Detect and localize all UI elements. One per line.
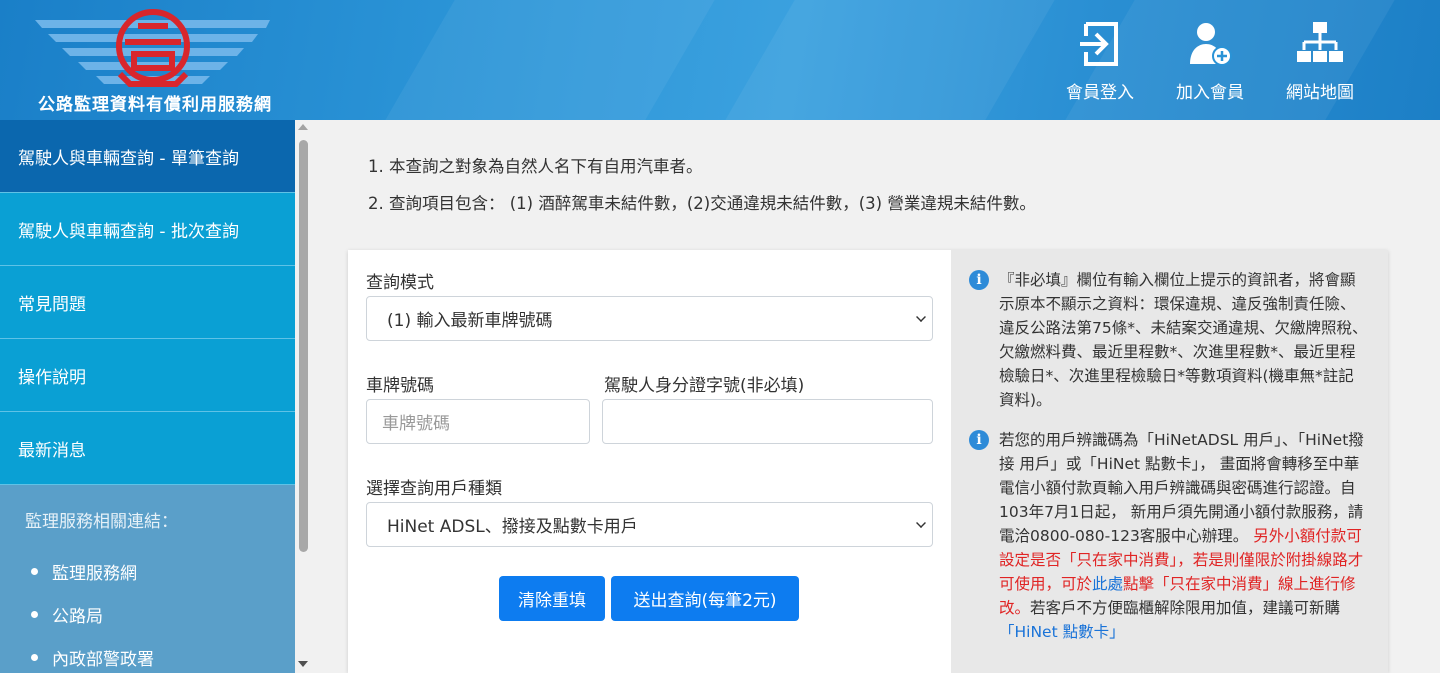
join-member-label: 加入會員 (1176, 83, 1244, 103)
user-type-label: 選擇查詢用戶種類 (366, 479, 502, 499)
header-nav: 會員登入 加入會員 網站地圖 (1062, 20, 1358, 103)
sidebar-item-single-query[interactable]: 駕駛人與車輛查詢 - 單筆查詢 (0, 120, 295, 193)
mode-select-value: (1) 輸入最新車牌號碼 (387, 311, 553, 331)
user-type-select-value: HiNet ADSL、撥接及點數卡用戶 (387, 517, 638, 537)
clear-button[interactable]: 清除重填 (499, 576, 605, 621)
scroll-thumb[interactable] (299, 140, 308, 552)
sidebar-item-label: 操作說明 (18, 367, 86, 388)
info-icon: i (969, 270, 989, 290)
note-line: 1. 本查詢之對象為自然人名下有自用汽車者。 (368, 157, 703, 176)
join-member-button[interactable]: 加入會員 (1172, 20, 1248, 103)
link-highway-bureau[interactable]: 公路局 (25, 593, 295, 636)
plate-placeholder: 車牌號碼 (382, 414, 450, 434)
user-type-select[interactable]: HiNet ADSL、撥接及點數卡用戶 (366, 502, 933, 547)
chevron-down-icon (916, 518, 926, 528)
query-panel: 查詢模式 (1) 輸入最新車牌號碼 車牌號碼 駕駛人身分證字號(非必填) 車牌號… (348, 250, 1388, 673)
sidebar-item-batch-query[interactable]: 駕駛人與車輛查詢 - 批次查詢 (0, 193, 295, 266)
note-line: 2. 查詢項目包含： (1) 酒醉駕車未結件數，(2)交通違規未結件數，(3) … (368, 194, 1036, 213)
sidebar-item-label: 常見問題 (18, 294, 86, 315)
site-header: 公路監理資料有償利用服務網 會員登入 加入會員 網站地圖 (0, 0, 1440, 120)
related-links-title: 監理服務相關連結： (25, 512, 178, 532)
chevron-down-icon (916, 312, 926, 322)
info-block-hinet: i 若您的用戶辨識碼為「HiNetADSL 用戶」、「HiNet撥接 用戶」或「… (969, 428, 1368, 644)
related-links: 監理服務相關連結： 監理服務網 公路局 內政部警政署 (0, 485, 295, 673)
sidebar-item-instructions[interactable]: 操作說明 (0, 339, 295, 412)
sidebar: 駕駛人與車輛查詢 - 單筆查詢 駕駛人與車輛查詢 - 批次查詢 常見問題 操作說… (0, 120, 295, 673)
info-text-part: 若客戶不方便臨櫃解除限用加值，建議可新購 (1030, 599, 1341, 617)
plate-input[interactable]: 車牌號碼 (366, 399, 590, 444)
info-text: 『非必填』欄位有輸入欄位上提示的資訊者，將會顯示原本不顯示之資料：環保違規、違反… (999, 271, 1368, 409)
member-login-button[interactable]: 會員登入 (1062, 20, 1138, 103)
scroll-down-icon[interactable] (298, 661, 308, 667)
id-input[interactable] (602, 399, 933, 444)
header-decoration (725, 0, 1055, 120)
member-login-label: 會員登入 (1066, 83, 1134, 103)
sidebar-item-news[interactable]: 最新消息 (0, 412, 295, 485)
info-icon: i (969, 430, 989, 450)
scroll-up-icon[interactable] (298, 124, 308, 130)
query-form: 查詢模式 (1) 輸入最新車牌號碼 車牌號碼 駕駛人身分證字號(非必填) 車牌號… (348, 250, 951, 673)
sitemap-label: 網站地圖 (1286, 83, 1354, 103)
add-user-icon (1190, 23, 1232, 66)
id-label: 駕駛人身分證字號(非必填) (604, 376, 805, 396)
sitemap-button[interactable]: 網站地圖 (1282, 20, 1358, 103)
sidebar-item-label: 最新消息 (18, 440, 86, 461)
submit-query-button[interactable]: 送出查詢(每筆2元) (611, 576, 799, 621)
info-link-hinet-card[interactable]: 「HiNet 點數卡」 (999, 623, 1125, 641)
sidebar-item-faq[interactable]: 常見問題 (0, 266, 295, 339)
sidebar-item-label: 駕駛人與車輛查詢 - 批次查詢 (18, 221, 239, 242)
sitemap-icon (1297, 22, 1343, 62)
info-link-here[interactable]: 此處 (1092, 575, 1123, 593)
query-notes: 1. 本查詢之對象為自然人名下有自用汽車者。 2. 查詢項目包含： (1) 酒醉… (368, 148, 1036, 222)
link-npa[interactable]: 內政部警政署 (25, 636, 295, 673)
login-icon (1080, 22, 1118, 66)
mode-label: 查詢模式 (366, 273, 434, 293)
site-title: 公路監理資料有償利用服務網 (38, 95, 272, 115)
info-text: 若您的用戶辨識碼為「HiNetADSL 用戶」、「HiNet撥接 用戶」或「Hi… (999, 428, 1368, 644)
sidebar-scrollbar[interactable] (295, 120, 312, 673)
mode-select[interactable]: (1) 輸入最新車牌號碼 (366, 296, 933, 341)
header-decoration (385, 0, 715, 120)
info-panel: i 『非必填』欄位有輸入欄位上提示的資訊者，將會顯示原本不顯示之資料：環保違規、… (951, 250, 1388, 673)
sidebar-item-label: 駕駛人與車輛查詢 - 單筆查詢 (18, 148, 239, 169)
link-mvdis[interactable]: 監理服務網 (25, 550, 295, 593)
plate-label: 車牌號碼 (366, 376, 434, 396)
info-block-optional: i 『非必填』欄位有輸入欄位上提示的資訊者，將會顯示原本不顯示之資料：環保違規、… (969, 268, 1368, 412)
